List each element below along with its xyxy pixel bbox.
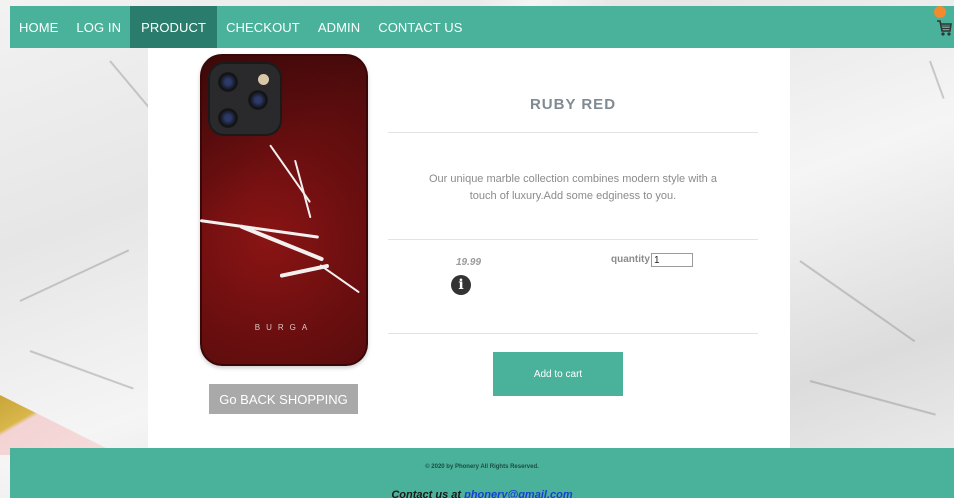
copyright-text: © 2020 by Phonery All Rights Reserved. — [425, 464, 539, 470]
contact-prefix: Contact us at — [391, 489, 465, 498]
add-to-cart-button[interactable]: Add to cart — [493, 352, 623, 396]
divider — [388, 239, 758, 240]
nav-admin[interactable]: ADMIN — [309, 6, 369, 48]
product-title: RUBY RED — [529, 96, 617, 113]
nav-product[interactable]: PRODUCT — [130, 6, 218, 48]
nav-home[interactable]: HOME — [10, 6, 67, 48]
info-icon[interactable]: i — [451, 275, 471, 295]
decorative-corner — [0, 395, 120, 455]
nav-contact-us[interactable]: CONTACT US — [369, 6, 471, 48]
divider — [388, 333, 758, 334]
go-back-shopping-button[interactable]: Go BACK SHOPPING — [209, 384, 358, 414]
nav-checkout[interactable]: CHECKOUT — [217, 6, 309, 48]
top-nav-bar: HOME LOG IN PRODUCT CHECKOUT ADMIN CONTA… — [10, 6, 954, 48]
product-price: 19.99 — [456, 257, 482, 268]
product-description: Our unique marble collection combines mo… — [429, 173, 717, 202]
shopping-cart-icon — [937, 20, 952, 36]
camera-module — [208, 62, 282, 136]
phone-case-brand: BURGA — [254, 323, 314, 332]
contact-line: Contact us at phonery@gmail.com — [10, 489, 954, 498]
contact-email-link[interactable]: phonery@gmail.com — [464, 489, 573, 498]
cart-badge — [934, 6, 946, 18]
quantity-input[interactable] — [651, 253, 693, 267]
nav-login[interactable]: LOG IN — [67, 6, 130, 48]
product-image: BURGA — [200, 54, 368, 366]
divider — [388, 132, 758, 133]
quantity-label: quantity — [611, 254, 650, 265]
footer: © 2020 by Phonery All Rights Reserved. C… — [10, 448, 954, 498]
cart-button[interactable] — [934, 6, 952, 40]
